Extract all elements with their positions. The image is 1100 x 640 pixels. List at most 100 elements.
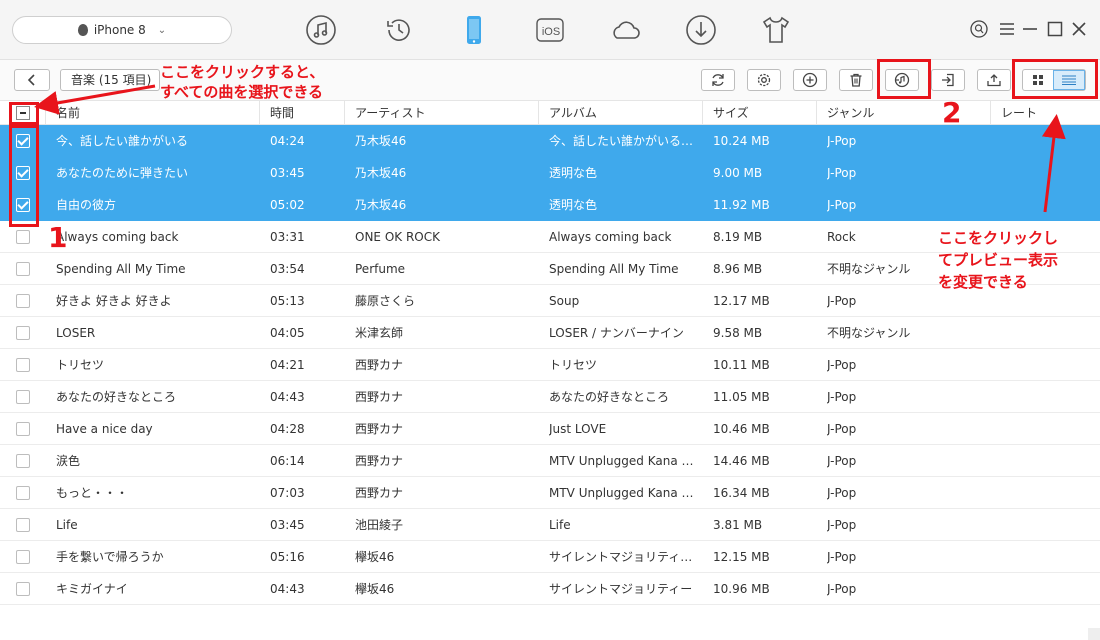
track-artist: 西野カナ bbox=[355, 358, 404, 372]
table-row[interactable]: 手を繋いで帰ろうか 05:16 欅坂46 サイレントマジョリティー (Spec... 1… bbox=[0, 541, 1100, 573]
table-row[interactable]: 今、話したい誰かがいる 04:24 乃木坂46 今、話したい誰かがいる (Sp... 1… bbox=[0, 125, 1100, 157]
trash-icon bbox=[850, 73, 862, 87]
table-row[interactable]: トリセツ 04:21 西野カナ トリセツ 10.11 MB J-Pop bbox=[0, 349, 1100, 381]
row-checkbox[interactable] bbox=[16, 262, 30, 276]
device-selector[interactable]: iPhone 8 ⌄ bbox=[12, 16, 232, 44]
table-row[interactable]: 涙色 06:14 西野カナ MTV Unplugged Kana Ni... 14.46… bbox=[0, 445, 1100, 477]
track-artist: 西野カナ bbox=[355, 422, 404, 436]
row-checkbox[interactable] bbox=[16, 390, 30, 404]
track-album: LOSER / ナンバーナイン bbox=[549, 326, 684, 340]
track-size: 10.11 MB bbox=[713, 358, 770, 372]
track-genre: J-Pop bbox=[827, 454, 857, 468]
row-checkbox[interactable] bbox=[16, 326, 30, 340]
table-row[interactable]: あなたの好きなところ 04:43 西野カナ あなたの好きなところ 11.05 MB J-P… bbox=[0, 381, 1100, 413]
row-checkbox[interactable] bbox=[16, 582, 30, 596]
row-checkbox[interactable] bbox=[16, 550, 30, 564]
track-album: MTV Unplugged Kana Ni... bbox=[549, 454, 694, 468]
phone-icon[interactable] bbox=[456, 12, 492, 48]
column-size[interactable]: サイズ bbox=[703, 101, 817, 125]
add-icon bbox=[802, 72, 818, 88]
table-row[interactable]: 自由の彼方 05:02 乃木坂46 透明な色 11.92 MB J-Pop bbox=[0, 189, 1100, 221]
apple-icon bbox=[77, 24, 88, 36]
column-name[interactable]: 名前 bbox=[46, 101, 260, 125]
track-album: サイレントマジョリティー bbox=[549, 582, 693, 596]
column-time[interactable]: 時間 bbox=[260, 101, 345, 125]
annotation-preview-line2: てプレビュー表示 bbox=[938, 251, 1059, 269]
chevron-down-icon: ⌄ bbox=[157, 24, 167, 36]
folder-selector[interactable]: 音楽 (15 項目) bbox=[60, 69, 160, 91]
minimize-icon[interactable] bbox=[1021, 20, 1039, 38]
import-button[interactable] bbox=[977, 69, 1011, 91]
track-genre: J-Pop bbox=[827, 486, 857, 500]
track-artist: 乃木坂46 bbox=[355, 198, 407, 212]
export-button[interactable] bbox=[931, 69, 965, 91]
cloud-icon[interactable] bbox=[607, 12, 643, 48]
column-rate[interactable]: レート bbox=[991, 101, 1100, 125]
track-name: あなたの好きなところ bbox=[56, 390, 177, 404]
table-row[interactable]: Spending All My Time 03:54 Perfume Spending… bbox=[0, 253, 1100, 285]
track-size: 9.00 MB bbox=[713, 166, 763, 180]
track-size: 11.92 MB bbox=[713, 198, 770, 212]
track-genre: J-Pop bbox=[827, 422, 857, 436]
track-time: 05:13 bbox=[270, 294, 305, 308]
track-size: 10.46 MB bbox=[713, 422, 770, 436]
close-icon[interactable] bbox=[1070, 20, 1088, 38]
track-artist: ONE OK ROCK bbox=[355, 230, 440, 244]
table-row[interactable]: Life 03:45 池田綾子 Life 3.81 MB J-Pop bbox=[0, 509, 1100, 541]
row-checkbox[interactable] bbox=[16, 454, 30, 468]
music-icon[interactable] bbox=[303, 12, 339, 48]
track-name: 今、話したい誰かがいる bbox=[56, 134, 189, 148]
highlight-send-button bbox=[877, 59, 931, 99]
maximize-icon[interactable] bbox=[1046, 20, 1064, 38]
table-row[interactable]: もっと・・・ 07:03 西野カナ MTV Unplugged Kana Ni... 1… bbox=[0, 477, 1100, 509]
track-genre: J-Pop bbox=[827, 550, 857, 564]
table-row[interactable]: Have a nice day 04:28 西野カナ Just LOVE 10.46 M… bbox=[0, 413, 1100, 445]
table-row[interactable]: Always coming back 03:31 ONE OK ROCK Always… bbox=[0, 221, 1100, 253]
track-size: 10.96 MB bbox=[713, 582, 770, 596]
column-artist[interactable]: アーティスト bbox=[345, 101, 539, 125]
table-row[interactable]: あなたのために弾きたい 03:45 乃木坂46 透明な色 9.00 MB J-Pop bbox=[0, 157, 1100, 189]
row-checkbox[interactable] bbox=[16, 358, 30, 372]
delete-button[interactable] bbox=[839, 69, 873, 91]
track-artist: 欅坂46 bbox=[355, 582, 395, 596]
track-genre: J-Pop bbox=[827, 134, 857, 148]
track-time: 03:45 bbox=[270, 166, 305, 180]
resize-corner[interactable] bbox=[1088, 628, 1100, 640]
track-time: 04:43 bbox=[270, 582, 305, 596]
column-genre[interactable]: ジャンル bbox=[817, 101, 991, 125]
row-checkbox[interactable] bbox=[16, 294, 30, 308]
table-row[interactable]: キミガイナイ 04:43 欅坂46 サイレントマジョリティー 10.96 MB J-Pop bbox=[0, 573, 1100, 605]
track-time: 04:28 bbox=[270, 422, 305, 436]
history-icon[interactable] bbox=[381, 12, 417, 48]
tshirt-icon[interactable] bbox=[758, 12, 794, 48]
ios-label: iOS bbox=[542, 26, 560, 38]
refresh-button[interactable] bbox=[701, 69, 735, 91]
row-checkbox[interactable] bbox=[16, 518, 30, 532]
highlight-view-toggle bbox=[1012, 59, 1098, 99]
track-album: MTV Unplugged Kana Ni... bbox=[549, 486, 694, 500]
row-checkbox[interactable] bbox=[16, 230, 30, 244]
table-row[interactable]: 好きよ 好きよ 好きよ 05:13 藤原さくら Soup 12.17 MB J-Pop bbox=[0, 285, 1100, 317]
track-size: 12.17 MB bbox=[713, 294, 770, 308]
settings-button[interactable] bbox=[747, 69, 781, 91]
track-name: 手を繋いで帰ろうか bbox=[56, 550, 164, 564]
back-button[interactable] bbox=[14, 69, 50, 91]
annotation-select-all-line2: すべての曲を選択できる bbox=[160, 83, 324, 101]
ios-icon[interactable]: iOS bbox=[532, 12, 568, 48]
download-icon[interactable] bbox=[683, 12, 719, 48]
add-button[interactable] bbox=[793, 69, 827, 91]
track-time: 03:45 bbox=[270, 518, 305, 532]
menu-icon[interactable] bbox=[998, 20, 1016, 38]
table-row[interactable]: LOSER 04:05 米津玄師 LOSER / ナンバーナイン 9.58 MB 不明なジ… bbox=[0, 317, 1100, 349]
track-name: Always coming back bbox=[56, 230, 179, 244]
track-album: サイレントマジョリティー (Spec... bbox=[549, 550, 694, 564]
track-name: トリセツ bbox=[56, 358, 105, 372]
row-checkbox[interactable] bbox=[16, 486, 30, 500]
track-album: Life bbox=[549, 518, 571, 532]
track-size: 9.58 MB bbox=[713, 326, 763, 340]
track-album: Just LOVE bbox=[549, 422, 607, 436]
row-checkbox[interactable] bbox=[16, 422, 30, 436]
column-album[interactable]: アルバム bbox=[539, 101, 703, 125]
track-size: 14.46 MB bbox=[713, 454, 770, 468]
account-icon[interactable] bbox=[970, 20, 988, 38]
